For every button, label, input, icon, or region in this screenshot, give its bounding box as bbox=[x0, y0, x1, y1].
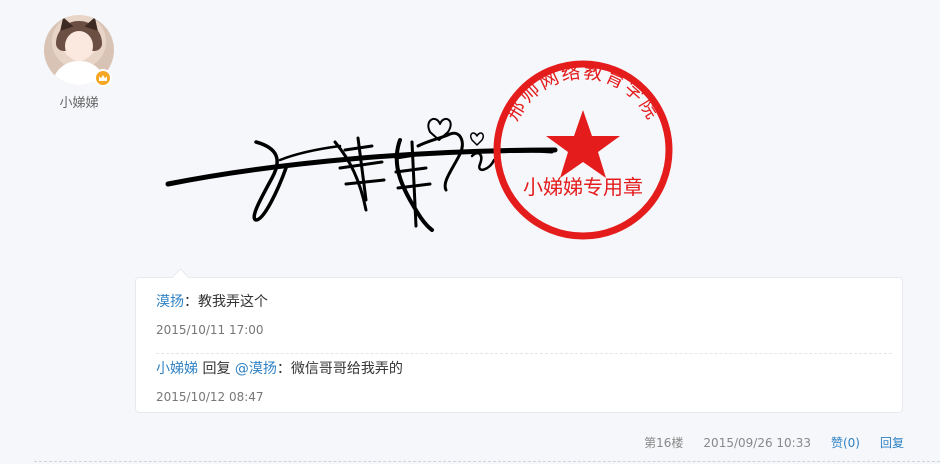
star-icon bbox=[546, 110, 620, 178]
author-name[interactable]: 小娣娣 bbox=[34, 92, 124, 111]
post-meta: 第16楼 2015/09/26 10:33 赞(0) 回复 bbox=[644, 434, 904, 451]
list-item: 小娣娣 回复 @漠扬：微信哥哥给我弄的 2015/10/12 08:47 bbox=[156, 360, 892, 406]
post-time: 2015/09/26 10:33 bbox=[703, 435, 811, 450]
reply-time: 2015/10/11 17:00 bbox=[156, 323, 264, 337]
author-avatar[interactable] bbox=[44, 15, 114, 87]
reply-user-link[interactable]: 漠扬 bbox=[156, 294, 184, 310]
reply-separator: ： bbox=[184, 294, 198, 310]
reply-user-link[interactable]: 小娣娣 bbox=[156, 361, 198, 377]
floor-number: 第16楼 bbox=[644, 436, 684, 450]
reply-list: 漠扬：教我弄这个 2015/10/11 17:00 小娣娣 回复 @漠扬：微信哥… bbox=[135, 268, 903, 413]
reply-separator: ： bbox=[276, 361, 291, 377]
crown-icon bbox=[94, 69, 112, 87]
mention-link[interactable]: @漠扬 bbox=[235, 361, 277, 377]
reply-button[interactable]: 回复 bbox=[880, 434, 904, 451]
reply-time: 2015/10/12 08:47 bbox=[156, 390, 264, 404]
like-button[interactable]: 赞(0) bbox=[831, 434, 860, 451]
signature-image: 邢帅网络教育学院 小娣娣专用章 bbox=[165, 60, 673, 240]
reply-text: 微信哥哥给我弄的 bbox=[290, 361, 403, 377]
seal-center-text: 小娣娣专用章 bbox=[523, 175, 643, 199]
post-divider bbox=[34, 461, 940, 462]
reply-text: 教我弄这个 bbox=[198, 294, 268, 310]
list-item: 漠扬：教我弄这个 2015/10/11 17:00 bbox=[156, 293, 892, 354]
reply-keyword: 回复 bbox=[202, 361, 231, 377]
